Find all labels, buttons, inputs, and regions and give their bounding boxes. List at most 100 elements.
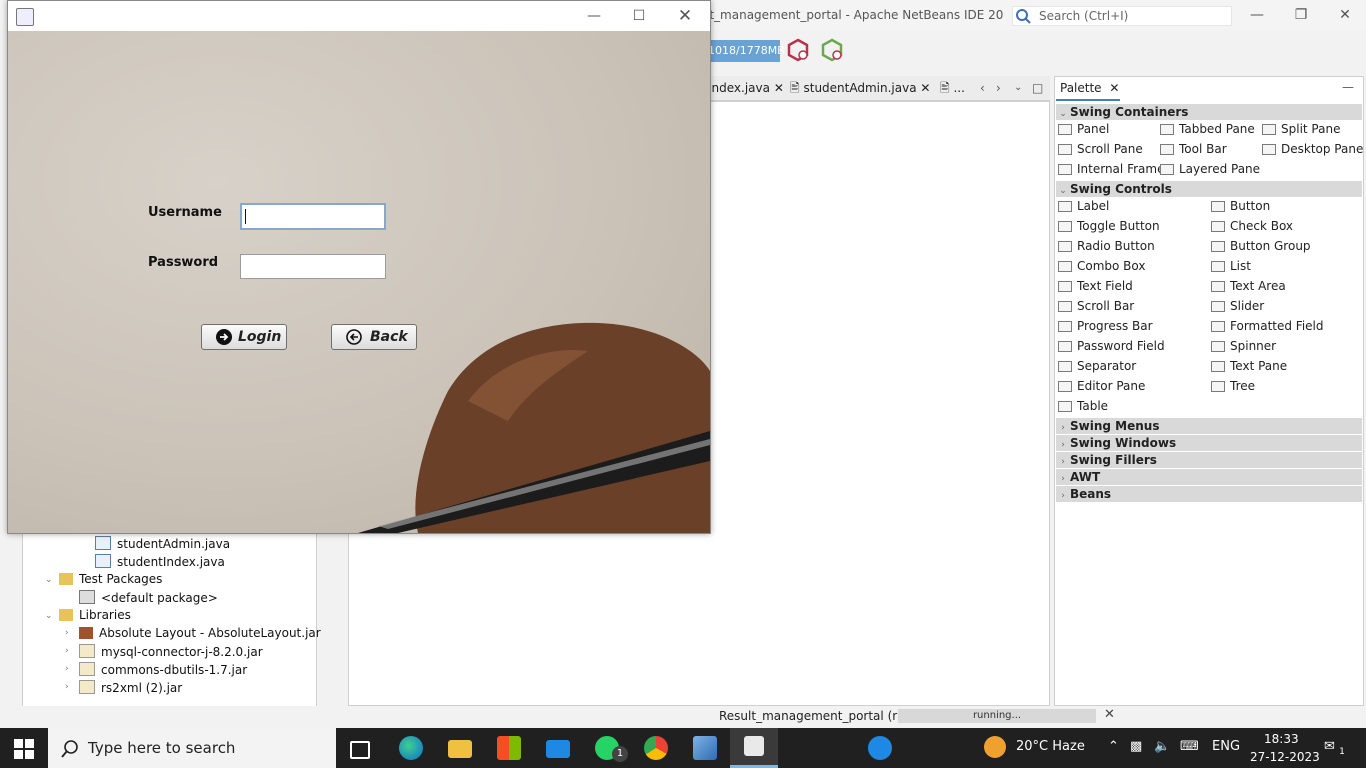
profile-snapshot-icon[interactable]	[820, 38, 844, 62]
microsoft-store-icon[interactable]	[497, 736, 521, 760]
palette-item-text-field[interactable]: Text Field	[1058, 279, 1133, 293]
palette-item-tool-bar[interactable]: Tool Bar	[1160, 142, 1227, 156]
palette-item-slider[interactable]: Slider	[1211, 299, 1264, 313]
palette-item-split-pane[interactable]: Split Pane	[1262, 122, 1340, 136]
tab-palette[interactable]: Palette ✕	[1056, 77, 1120, 101]
tree-item-student-admin[interactable]: studentAdmin.java	[95, 536, 230, 551]
memory-indicator[interactable]: 1018/1778MB	[704, 40, 785, 62]
palette-category-beans[interactable]: › Beans	[1056, 486, 1362, 502]
palette-item-separator[interactable]: Separator	[1058, 359, 1136, 373]
network-icon[interactable]: ▩	[1130, 739, 1142, 754]
chevron-right-icon[interactable]: ›	[65, 682, 69, 692]
palette-item-spinner[interactable]: Spinner	[1211, 339, 1276, 353]
palette-item-tree[interactable]: Tree	[1211, 379, 1255, 393]
cancel-run-icon[interactable]: ✕	[1104, 707, 1115, 722]
chevron-down-icon[interactable]: ⌄	[45, 575, 53, 585]
task-view-icon[interactable]	[350, 741, 370, 759]
palette-item-scroll-pane[interactable]: Scroll Pane	[1058, 142, 1143, 156]
tab-scroll-right-icon[interactable]: ›	[996, 76, 1001, 100]
minimize-panel-icon[interactable]: —	[1342, 80, 1354, 94]
palette-item-editor-pane[interactable]: Editor Pane	[1058, 379, 1145, 393]
tree-item-commons-dbutils[interactable]: commons-dbutils-1.7.jar	[79, 662, 247, 677]
palette-category-awt[interactable]: › AWT	[1056, 469, 1362, 485]
maximize-editor-icon[interactable]: □	[1032, 76, 1043, 100]
palette-item-formatted-field[interactable]: Formatted Field	[1211, 319, 1324, 333]
tree-item-default-package[interactable]: <default package>	[79, 590, 218, 605]
run-progress-bar: running...	[898, 709, 1096, 723]
palette-item-panel[interactable]: Panel	[1058, 122, 1109, 136]
file-explorer-icon[interactable]	[448, 740, 472, 758]
tree-item-test-packages[interactable]: Test Packages	[59, 572, 162, 586]
username-field[interactable]	[240, 203, 386, 230]
keyboard-icon[interactable]: ⌨	[1180, 739, 1199, 754]
palette-item-tabbed-pane[interactable]: Tabbed Pane	[1160, 122, 1255, 136]
chevron-right-icon[interactable]: ›	[65, 664, 69, 674]
language-indicator[interactable]: ENG	[1212, 739, 1240, 754]
java-app-taskbar-button[interactable]	[730, 728, 778, 768]
tab-list-icon[interactable]: ⌄	[1014, 76, 1022, 100]
netbeans-icon[interactable]	[693, 736, 717, 760]
weather-text[interactable]: 20°C Haze	[1016, 739, 1085, 754]
clock-time[interactable]: 18:33	[1264, 732, 1299, 746]
chevron-right-icon[interactable]: ›	[65, 628, 69, 638]
palette-item-button-group[interactable]: Button Group	[1211, 239, 1311, 253]
windows-start-icon[interactable]	[14, 739, 34, 759]
palette-item-check-box[interactable]: Check Box	[1211, 219, 1293, 233]
chevron-up-icon[interactable]: ⌃	[1108, 739, 1119, 754]
back-button[interactable]: Back	[331, 324, 417, 350]
close-icon[interactable]: ✕	[920, 81, 930, 95]
tree-item-rs2xml[interactable]: rs2xml (2).jar	[79, 680, 182, 695]
palette-item-text-pane[interactable]: Text Pane	[1211, 359, 1287, 373]
palette-item-list[interactable]: List	[1211, 259, 1251, 273]
close-button[interactable]: ✕	[670, 5, 700, 27]
palette-item-toggle-button[interactable]: Toggle Button	[1058, 219, 1160, 233]
ide-close-button[interactable]: ✕	[1330, 4, 1360, 26]
weather-icon[interactable]	[984, 736, 1006, 758]
close-icon[interactable]: ✕	[774, 81, 784, 95]
password-field[interactable]	[240, 254, 386, 279]
palette-category-swing-windows[interactable]: › Swing Windows	[1056, 435, 1362, 451]
palette-category-swing-menus[interactable]: › Swing Menus	[1056, 418, 1362, 434]
palette-item-table[interactable]: Table	[1058, 399, 1108, 413]
palette-item-progress-bar[interactable]: Progress Bar	[1058, 319, 1153, 333]
tree-item-absolute-layout[interactable]: Absolute Layout - AbsoluteLayout.jar	[79, 626, 321, 640]
palette-item-scroll-bar[interactable]: Scroll Bar	[1058, 299, 1134, 313]
palette-item-internal-frame[interactable]: Internal Frame	[1058, 162, 1164, 176]
volume-icon[interactable]: 🔈	[1154, 739, 1170, 754]
tab-student-admin-java[interactable]: 🖹 studentAdmin.java ✕	[790, 76, 930, 100]
tab-index-java[interactable]: Index.java ✕	[708, 76, 784, 100]
chevron-right-icon[interactable]: ›	[65, 646, 69, 656]
palette-category-swing-fillers[interactable]: › Swing Fillers	[1056, 452, 1362, 468]
notification-icon[interactable]: ✉	[1324, 739, 1335, 754]
palette-item-combo-box[interactable]: Combo Box	[1058, 259, 1146, 273]
palette-item-button[interactable]: Button	[1211, 199, 1270, 213]
profile-project-icon[interactable]	[786, 38, 810, 62]
palette-category-swing-containers[interactable]: ⌄ Swing Containers	[1056, 104, 1362, 120]
palette-category-swing-controls[interactable]: ⌄ Swing Controls	[1056, 181, 1362, 197]
taskbar-search-box[interactable]: Type here to search	[48, 728, 336, 768]
ide-search-input[interactable]: Search (Ctrl+I)	[1012, 6, 1232, 26]
maximize-button[interactable]: ☐	[624, 5, 654, 27]
ide-minimize-button[interactable]: —	[1242, 4, 1272, 26]
palette-item-desktop-pane[interactable]: Desktop Pane	[1262, 142, 1363, 156]
edge-browser-icon[interactable]	[399, 736, 423, 760]
mail-icon[interactable]	[546, 740, 570, 758]
clock-date[interactable]: 27-12-2023	[1250, 750, 1320, 764]
tree-item-mysql-connector[interactable]: mysql-connector-j-8.2.0.jar	[79, 644, 263, 659]
palette-item-password-field[interactable]: Password Field	[1058, 339, 1165, 353]
palette-item-layered-pane[interactable]: Layered Pane	[1160, 162, 1260, 176]
palette-item-label[interactable]: Label	[1058, 199, 1109, 213]
close-icon[interactable]: ✕	[1109, 81, 1119, 95]
palette-item-radio-button[interactable]: Radio Button	[1058, 239, 1155, 253]
login-button[interactable]: Login	[201, 324, 287, 350]
ide-restore-button[interactable]: ❐	[1286, 4, 1316, 26]
palette-item-text-area[interactable]: Text Area	[1211, 279, 1286, 293]
chrome-icon[interactable]	[644, 736, 668, 760]
tab-more[interactable]: 🖹 ...	[940, 76, 965, 100]
tab-scroll-left-icon[interactable]: ‹	[980, 76, 985, 100]
chevron-down-icon[interactable]: ⌄	[45, 611, 53, 621]
help-icon[interactable]	[868, 736, 892, 760]
tree-item-libraries[interactable]: Libraries	[59, 608, 131, 622]
tree-item-student-index[interactable]: studentIndex.java	[95, 554, 225, 569]
minimize-button[interactable]: —	[579, 5, 609, 27]
